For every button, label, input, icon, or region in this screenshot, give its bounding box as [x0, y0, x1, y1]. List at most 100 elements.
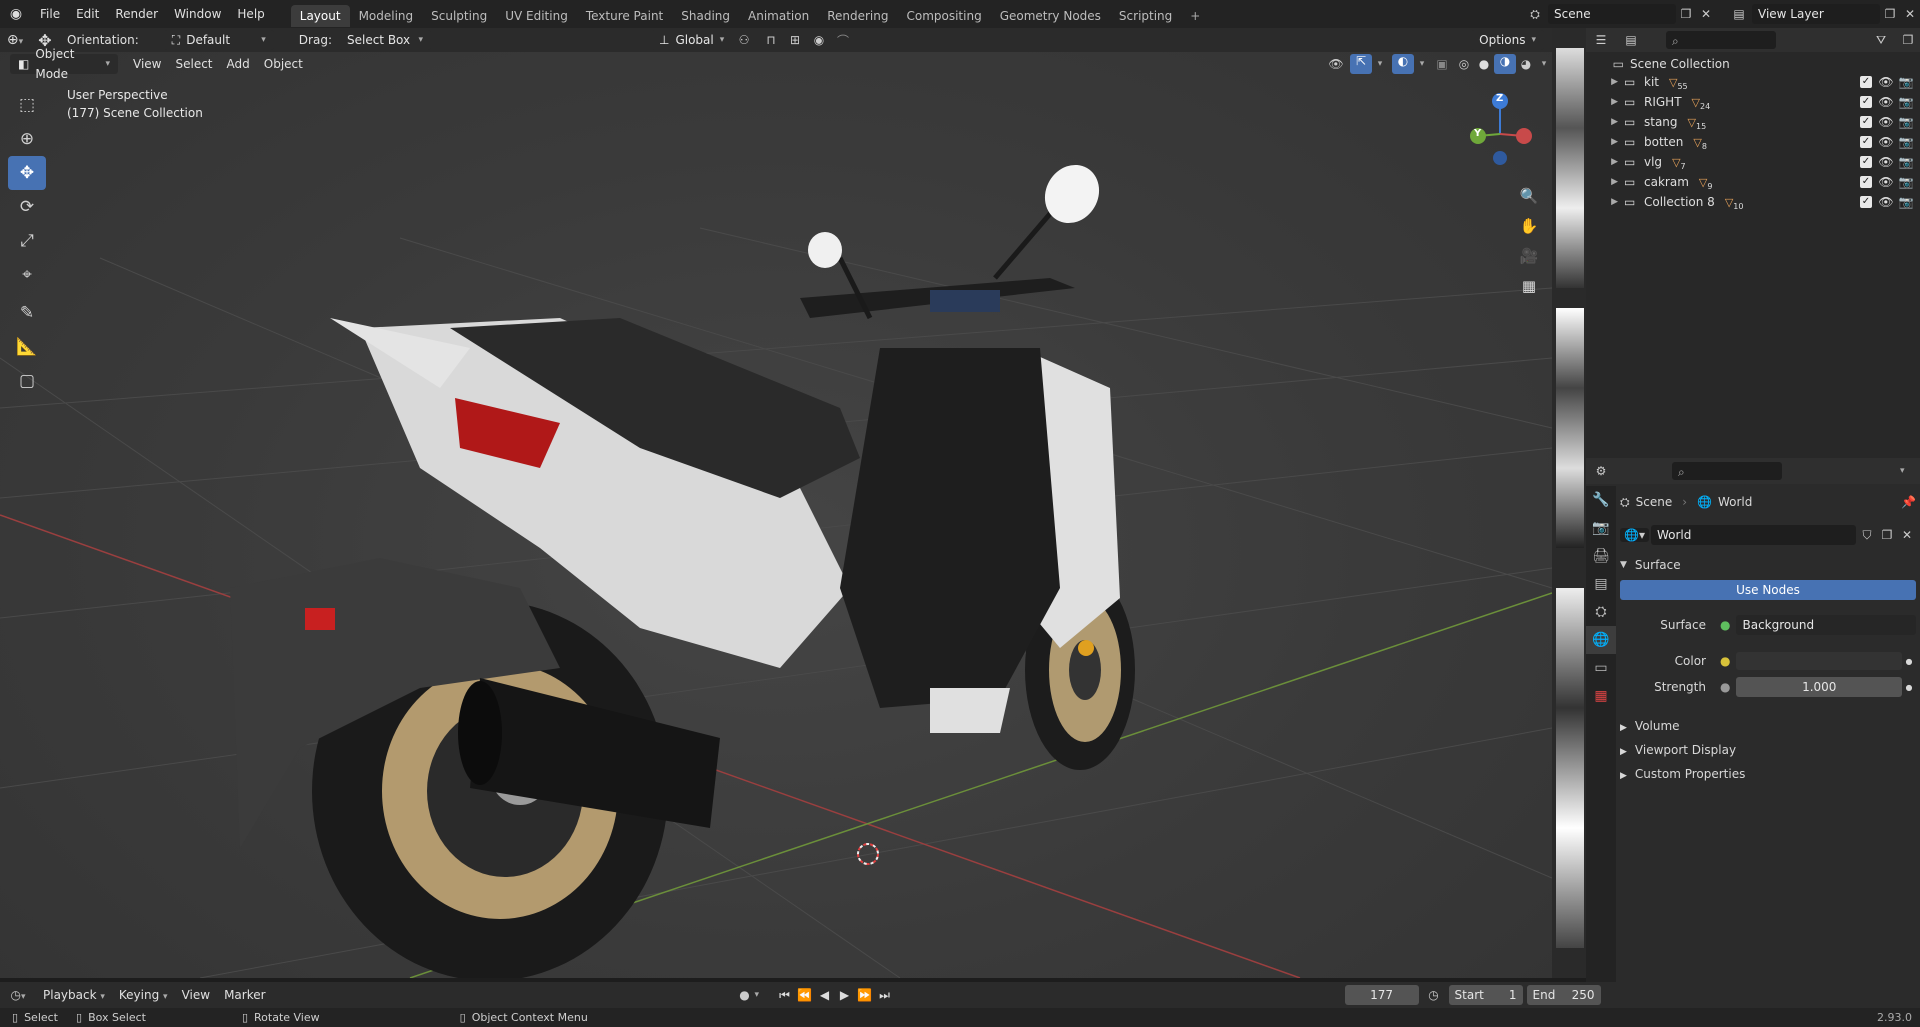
measure-tool-icon[interactable]: 📐	[8, 330, 46, 364]
outliner-item[interactable]: ▶ ▭ Collection 8 ▽ 10 ✓ 👁 📷	[1586, 192, 1920, 212]
add-cube-tool-icon[interactable]: ▢	[8, 364, 46, 398]
transform-tool-icon[interactable]: ⌖	[8, 258, 46, 292]
gizmo-toggle-icon[interactable]: ⇱	[1350, 54, 1372, 74]
3d-viewport[interactable]: ⊕▾ ✥ Orientation: ⛶ Default ▾ Drag: Sele…	[0, 28, 1552, 978]
scale-tool-icon[interactable]: ⤢	[8, 224, 46, 258]
view-layer-tab-icon[interactable]: ▤	[1586, 570, 1616, 598]
outliner-item[interactable]: ▶ ▭ botten ▽ 8 ✓ 👁 📷	[1586, 132, 1920, 152]
cursor-tool-icon[interactable]: ⊕	[8, 122, 46, 156]
outliner-item[interactable]: ▶ ▭ vlg ▽ 7 ✓ 👁 📷	[1586, 152, 1920, 172]
start-frame-field[interactable]: Start 1	[1448, 985, 1523, 1005]
play-icon[interactable]: ▶	[835, 988, 855, 1002]
add-workspace-icon[interactable]: +	[1181, 5, 1209, 27]
scooter-model[interactable]	[230, 155, 1135, 978]
close-icon[interactable]: ✕	[1898, 528, 1916, 542]
jump-keyframe-forward-icon[interactable]: ⏩	[855, 988, 875, 1002]
jump-keyframe-back-icon[interactable]: ⏪	[795, 988, 815, 1002]
overlays-menu-icon[interactable]: ▾	[1414, 59, 1430, 69]
xray-icon[interactable]: ▣	[1430, 57, 1454, 71]
world-name-field[interactable]: World	[1650, 525, 1856, 545]
strength-slider[interactable]: 1.000	[1736, 677, 1902, 697]
editor-type-icon[interactable]: ⊕▾	[0, 32, 30, 48]
fake-user-icon[interactable]: ⛉	[1858, 528, 1876, 543]
outliner-item[interactable]: ▶ ▭ cakram ▽ 9 ✓ 👁 📷	[1586, 172, 1920, 192]
exclude-checkbox[interactable]: ✓	[1860, 116, 1872, 128]
expand-arrow-icon[interactable]: ▶	[1586, 197, 1624, 207]
surface-shader-field[interactable]: Background	[1736, 615, 1916, 635]
menu-view[interactable]: View	[126, 57, 168, 71]
shading-material-icon[interactable]: ◑	[1494, 54, 1516, 74]
surface-panel-header[interactable]: ▼ Surface	[1620, 554, 1916, 576]
blender-logo-icon[interactable]: ◉	[0, 6, 32, 22]
playback-menu[interactable]: Playback ▾	[36, 988, 112, 1002]
custom-properties-panel-header[interactable]: ▶ Custom Properties	[1620, 762, 1916, 786]
menu-add[interactable]: Add	[220, 57, 257, 71]
record-icon[interactable]: ●	[735, 988, 755, 1002]
new-scene-icon[interactable]: ❐	[1676, 7, 1696, 21]
camera-icon[interactable]: 🎥	[1515, 242, 1543, 270]
outliner-item[interactable]: ▶ ▭ kit ▽ 55 ✓ 👁 📷	[1586, 72, 1920, 92]
rotate-tool-icon[interactable]: ⟳	[8, 190, 46, 224]
snap-target-icon[interactable]: ⊞	[783, 33, 807, 47]
render-camera-icon[interactable]: 📷	[1896, 135, 1916, 149]
options-dropdown[interactable]: Options ▾	[1471, 30, 1544, 50]
play-reverse-icon[interactable]: ◀	[815, 988, 835, 1002]
texture-tab-icon[interactable]: ▦	[1586, 682, 1616, 710]
snap-icon[interactable]: ⊓	[759, 33, 783, 47]
scene-name-field[interactable]: Scene	[1548, 4, 1676, 24]
menu-help[interactable]: Help	[229, 0, 272, 28]
tab-rendering[interactable]: Rendering	[818, 5, 897, 27]
clock-icon[interactable]: ◷	[1419, 988, 1449, 1002]
timeline-editor-icon[interactable]: ◷▾	[0, 988, 36, 1002]
menu-render[interactable]: Render	[107, 0, 166, 28]
pin-icon[interactable]: 📌	[1901, 495, 1916, 509]
visibility-eye-icon[interactable]: 👁	[1876, 135, 1896, 149]
display-mode-icon[interactable]: ▤	[1616, 33, 1646, 47]
shading-rendered-icon[interactable]: ◕	[1516, 57, 1536, 71]
render-camera-icon[interactable]: 📷	[1896, 115, 1916, 129]
pan-hand-icon[interactable]: ✋	[1515, 212, 1543, 240]
tab-compositing[interactable]: Compositing	[897, 5, 990, 27]
keyframe-dot-icon[interactable]: ●	[1902, 683, 1916, 692]
visibility-eye-icon[interactable]: 👁	[1876, 75, 1896, 89]
pivot-point-icon[interactable]: ⚇	[729, 33, 759, 47]
menu-edit[interactable]: Edit	[68, 0, 107, 28]
grid-projection-icon[interactable]: ▦	[1515, 272, 1543, 300]
breadcrumb-world[interactable]: World	[1718, 495, 1752, 509]
properties-type-icon[interactable]: ⚙	[1586, 464, 1616, 478]
output-tab-icon[interactable]: 🖨	[1586, 542, 1616, 570]
drag-dropdown[interactable]: Select Box ▾	[338, 30, 431, 50]
expand-arrow-icon[interactable]: ▶	[1586, 97, 1624, 107]
end-frame-field[interactable]: End 250	[1526, 985, 1601, 1005]
menu-window[interactable]: Window	[166, 0, 229, 28]
shading-solid-icon[interactable]: ●	[1474, 57, 1494, 71]
use-nodes-button[interactable]: Use Nodes	[1620, 580, 1916, 600]
chevron-down-icon[interactable]: ▾	[755, 990, 775, 1000]
exclude-checkbox[interactable]: ✓	[1860, 156, 1872, 168]
orientation-dropdown[interactable]: ⛶ Default ▾	[163, 30, 274, 50]
mode-dropdown[interactable]: ◧ Object Mode ▾	[10, 47, 118, 81]
move-tool-icon[interactable]: ✥	[8, 156, 46, 190]
render-camera-icon[interactable]: 📷	[1896, 95, 1916, 109]
tool-tab-icon[interactable]: 🔧	[1586, 486, 1616, 514]
new-view-layer-icon[interactable]: ❐	[1880, 7, 1900, 21]
tab-animation[interactable]: Animation	[739, 5, 818, 27]
scene-icon[interactable]: ⛭	[1522, 7, 1548, 22]
jump-start-icon[interactable]: ⏮	[775, 988, 795, 1003]
tab-geometry-nodes[interactable]: Geometry Nodes	[991, 5, 1110, 27]
visibility-eye-icon[interactable]: 👁	[1876, 175, 1896, 189]
falloff-icon[interactable]: ⌒	[831, 32, 855, 49]
chevron-down-icon[interactable]: ▾	[1900, 466, 1920, 476]
menu-select[interactable]: Select	[168, 57, 219, 71]
tab-modeling[interactable]: Modeling	[350, 5, 423, 27]
keyframe-dot-icon[interactable]: ●	[1902, 657, 1916, 666]
render-camera-icon[interactable]: 📷	[1896, 75, 1916, 89]
expand-arrow-icon[interactable]: ▶	[1586, 137, 1624, 147]
visibility-eye-icon[interactable]: 👁	[1876, 155, 1896, 169]
render-camera-icon[interactable]: 📷	[1896, 195, 1916, 209]
world-tab-icon[interactable]: 🌐	[1586, 626, 1616, 654]
filter-icon[interactable]: ⛛	[1866, 33, 1896, 48]
jump-end-icon[interactable]: ⏭	[875, 988, 895, 1003]
viewport-scene[interactable]	[0, 28, 1552, 978]
annotate-tool-icon[interactable]: ✎	[8, 296, 46, 330]
